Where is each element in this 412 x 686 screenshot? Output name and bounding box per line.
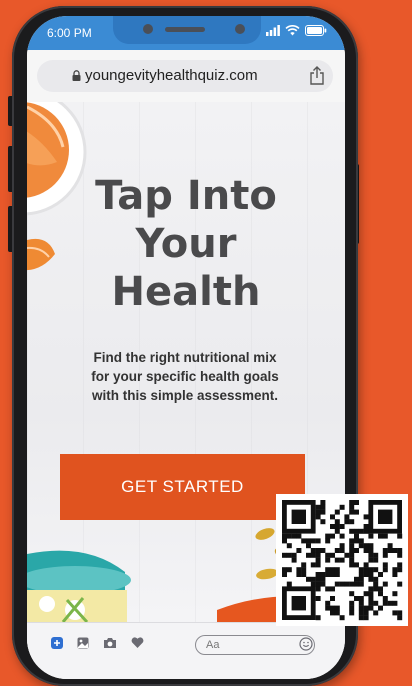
heart-icon[interactable]: [131, 637, 144, 649]
share-icon[interactable]: [309, 66, 325, 86]
subtext-line: with this simple assessment.: [91, 388, 279, 403]
camera-icon[interactable]: [103, 637, 117, 649]
status-icons: [266, 25, 327, 36]
hero-subtext: Find the right nutritional mix for your …: [57, 348, 313, 405]
subtext-line: for your specific health goals: [91, 369, 279, 384]
plus-icon[interactable]: [51, 637, 63, 649]
camera-notch: [113, 16, 261, 44]
status-time: 6:00 PM: [47, 26, 92, 40]
hero-headline: Tap Into Your Health: [27, 172, 345, 316]
lock-icon: [72, 70, 81, 81]
headline-line: Your: [135, 221, 237, 267]
message-bar: Aa: [27, 622, 345, 679]
emoji-icon[interactable]: [299, 637, 313, 651]
status-bar: 6:00 PM: [27, 16, 345, 50]
gallery-icon[interactable]: [77, 637, 89, 649]
signal-icon: [266, 25, 280, 36]
subtext-line: Find the right nutritional mix: [93, 350, 277, 365]
headline-line: Tap Into: [95, 173, 277, 219]
headline-line: Health: [111, 269, 261, 315]
battery-icon: [305, 25, 327, 36]
url-field[interactable]: youngevityhealthquiz.com: [37, 60, 333, 92]
qr-code: [276, 494, 408, 626]
get-started-button[interactable]: GET STARTED: [60, 454, 305, 520]
browser-address-bar: youngevityhealthquiz.com: [27, 50, 345, 102]
url-text: youngevityhealthquiz.com: [85, 67, 258, 84]
message-input[interactable]: Aa: [195, 635, 315, 655]
wifi-icon: [285, 25, 300, 36]
